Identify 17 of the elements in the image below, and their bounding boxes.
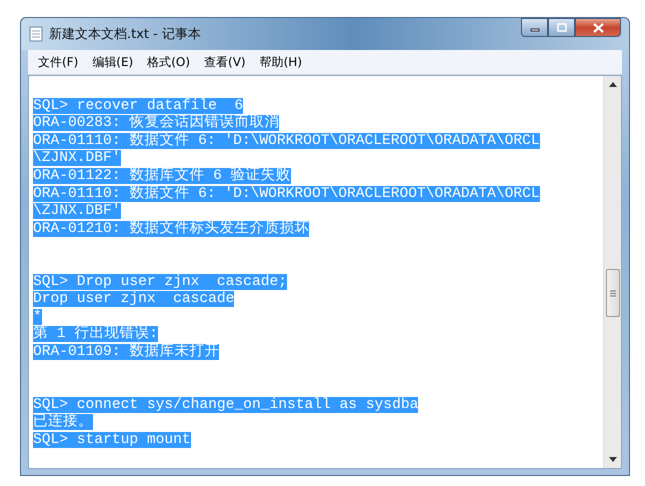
notepad-icon <box>29 26 43 42</box>
grip-icon <box>610 290 616 296</box>
menu-item[interactable]: 查看(V) <box>200 52 250 72</box>
menu-item[interactable]: 编辑(E) <box>88 52 138 72</box>
close-button[interactable] <box>575 18 621 37</box>
scrollbar[interactable] <box>603 76 621 468</box>
maximize-icon <box>556 23 566 32</box>
maximize-button[interactable] <box>548 18 575 37</box>
menu-item[interactable]: 帮助(H) <box>256 52 306 72</box>
scroll-down-icon <box>608 457 616 462</box>
scroll-up-icon <box>608 82 616 87</box>
minimize-button[interactable] <box>521 18 548 37</box>
close-icon <box>592 22 604 32</box>
menu-item[interactable]: 格式(O) <box>143 52 194 72</box>
scroll-thumb[interactable] <box>606 269 620 317</box>
menu-item[interactable]: 文件(F) <box>34 52 82 72</box>
window-title: 新建文本文档.txt - 记事本 <box>49 26 201 43</box>
